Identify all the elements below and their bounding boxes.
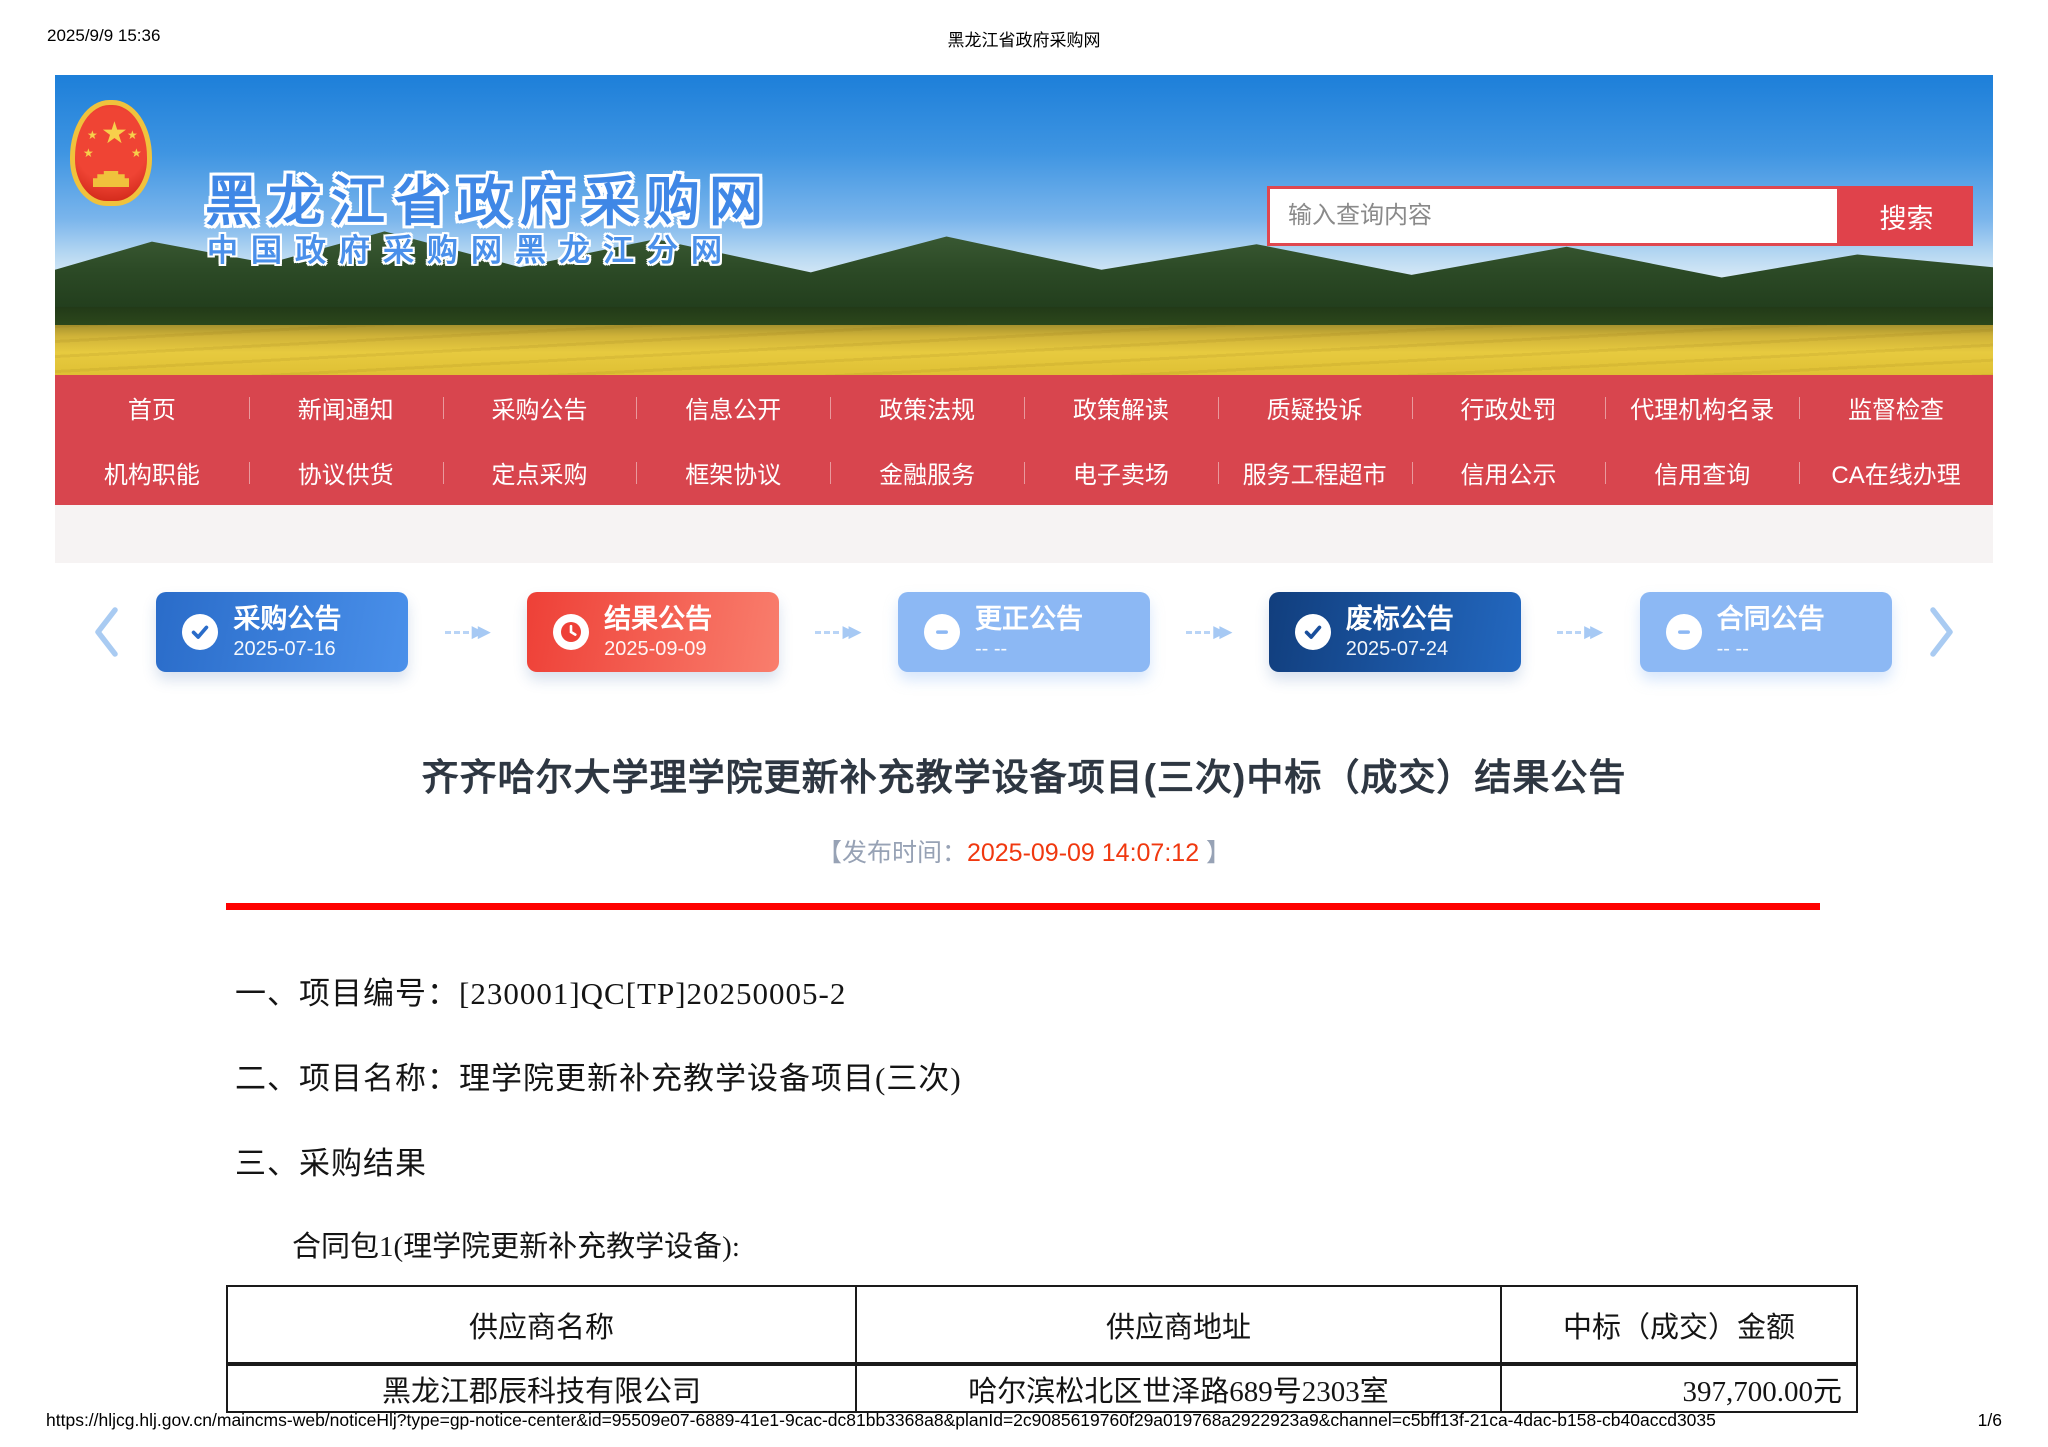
flow-arrow-icon: ▶▶ — [1186, 622, 1232, 642]
print-footer-url: https://hljcg.hlj.gov.cn/maincms-web/not… — [46, 1410, 1716, 1431]
nav-item-credit-query[interactable]: 信用查询 — [1605, 455, 1799, 490]
stage-label: 废标公告 — [1346, 603, 1454, 635]
chevron-left-icon[interactable] — [92, 606, 120, 658]
stage-label: 更正公告 — [975, 603, 1083, 635]
cell-supplier-name: 黑龙江郡辰科技有限公司 — [227, 1364, 856, 1412]
timeline-stage-procurement-notice[interactable]: 采购公告 2025-07-16 — [156, 592, 408, 672]
section-project-name: 二、项目名称：理学院更新补充教学设备项目(三次) — [235, 1057, 2048, 1100]
national-emblem-icon: ★ ★ ★ ★ ★ — [70, 100, 152, 212]
notice-timeline: 采购公告 2025-07-16 ▶▶ 结果公告 2025-09-09 ▶▶ 更正… — [92, 591, 1956, 673]
search-bar: 搜索 — [1267, 186, 1973, 246]
nav-item-home[interactable]: 首页 — [55, 390, 249, 425]
timeline-stage-correction-notice[interactable]: 更正公告 -- -- — [898, 592, 1150, 672]
section-project-number: 一、项目编号：[230001]QC[TP]20250005-2 — [235, 972, 2048, 1015]
flow-arrow-icon: ▶▶ — [1557, 622, 1603, 642]
timeline-stage-contract-notice[interactable]: 合同公告 -- -- — [1640, 592, 1892, 672]
header-supplier-name: 供应商名称 — [227, 1286, 856, 1364]
print-header: 2025/9/9 15:36 黑龙江省政府采购网 — [0, 0, 2048, 51]
nav-item-news[interactable]: 新闻通知 — [249, 390, 443, 425]
nav-item-agreement-supply[interactable]: 协议供货 — [249, 455, 443, 490]
page-title: 齐齐哈尔大学理学院更新补充教学设备项目(三次)中标（成交）结果公告 — [0, 747, 2048, 801]
nav-item-credit-publicity[interactable]: 信用公示 — [1412, 455, 1606, 490]
check-circle-icon — [182, 614, 218, 650]
table-header-row: 供应商名称 供应商地址 中标（成交）金额 — [227, 1286, 1857, 1364]
nav-item-agency-list[interactable]: 代理机构名录 — [1605, 390, 1799, 425]
stage-label: 结果公告 — [604, 603, 712, 635]
nav-item-admin-penalty[interactable]: 行政处罚 — [1412, 390, 1606, 425]
stage-date: 2025-07-16 — [233, 637, 341, 661]
result-table: 供应商名称 供应商地址 中标（成交）金额 黑龙江郡辰科技有限公司 哈尔滨松北区世… — [226, 1285, 1858, 1413]
timeline-stage-result-notice[interactable]: 结果公告 2025-09-09 — [527, 592, 779, 672]
nav-item-ca-online[interactable]: CA在线办理 — [1799, 455, 1993, 490]
print-page-title: 黑龙江省政府采购网 — [948, 26, 1101, 51]
publish-time-line: 【发布时间：2025-09-09 14:07:12 】 — [0, 833, 2048, 869]
banner-field — [55, 325, 1993, 375]
stage-date: -- -- — [1717, 637, 1825, 661]
section-procurement-result: 三、采购结果 — [235, 1142, 2048, 1185]
publish-prefix: 【发布时间： — [817, 839, 967, 867]
announcement-body: 一、项目编号：[230001]QC[TP]20250005-2 二、项目名称：理… — [0, 972, 2048, 1413]
nav-sub-strip — [55, 505, 1993, 563]
nav-item-procurement-notice[interactable]: 采购公告 — [443, 390, 637, 425]
search-input[interactable] — [1267, 186, 1840, 246]
nav-item-financial-services[interactable]: 金融服务 — [830, 455, 1024, 490]
flow-arrow-icon: ▶▶ — [815, 622, 861, 642]
publish-suffix: 】 — [1199, 839, 1231, 867]
minus-circle-icon — [1666, 614, 1702, 650]
print-datetime: 2025/9/9 15:36 — [47, 26, 948, 51]
minus-circle-icon — [924, 614, 960, 650]
clock-icon — [553, 614, 589, 650]
red-divider — [226, 903, 1820, 910]
nav-item-e-marketplace[interactable]: 电子卖场 — [1024, 455, 1218, 490]
site-subtitle: 中国政府采购网黑龙江分网 — [207, 225, 735, 270]
nav-item-supervision[interactable]: 监督检查 — [1799, 390, 1993, 425]
main-nav: 首页 新闻通知 采购公告 信息公开 政策法规 政策解读 质疑投诉 行政处罚 代理… — [55, 375, 1993, 505]
timeline-stage-cancellation-notice[interactable]: 废标公告 2025-07-24 — [1269, 592, 1521, 672]
cell-award-amount: 397,700.00元 — [1501, 1364, 1857, 1412]
nav-item-org-functions[interactable]: 机构职能 — [55, 455, 249, 490]
nav-row-2: 机构职能 协议供货 定点采购 框架协议 金融服务 电子卖场 服务工程超市 信用公… — [55, 440, 1993, 505]
nav-item-policy-law[interactable]: 政策法规 — [830, 390, 1024, 425]
header-supplier-address: 供应商地址 — [856, 1286, 1501, 1364]
nav-row-1: 首页 新闻通知 采购公告 信息公开 政策法规 政策解读 质疑投诉 行政处罚 代理… — [55, 375, 1993, 440]
contract-package-label: 合同包1(理学院更新补充教学设备): — [292, 1227, 2048, 1267]
site-banner: ★ ★ ★ ★ ★ 黑龙江省政府采购网 中国政府采购网黑龙江分网 搜索 — [55, 75, 1993, 375]
nav-item-info-disclosure[interactable]: 信息公开 — [636, 390, 830, 425]
chevron-right-icon[interactable] — [1928, 606, 1956, 658]
flow-arrow-icon: ▶▶ — [445, 622, 491, 642]
nav-item-policy-interpretation[interactable]: 政策解读 — [1024, 390, 1218, 425]
stage-label: 合同公告 — [1717, 603, 1825, 635]
print-footer: https://hljcg.hlj.gov.cn/maincms-web/not… — [0, 1410, 2048, 1431]
nav-item-service-supermarket[interactable]: 服务工程超市 — [1218, 455, 1412, 490]
nav-item-complaints[interactable]: 质疑投诉 — [1218, 390, 1412, 425]
cell-supplier-address: 哈尔滨松北区世泽路689号2303室 — [856, 1364, 1501, 1412]
stage-label: 采购公告 — [233, 603, 341, 635]
check-circle-icon — [1295, 614, 1331, 650]
print-page-number: 1/6 — [1978, 1410, 2002, 1431]
publish-time: 2025-09-09 14:07:12 — [967, 839, 1199, 867]
stage-date: 2025-07-24 — [1346, 637, 1454, 661]
stage-date: 2025-09-09 — [604, 637, 712, 661]
stage-date: -- -- — [975, 637, 1083, 661]
nav-item-fixed-point[interactable]: 定点采购 — [443, 455, 637, 490]
nav-item-framework-agreement[interactable]: 框架协议 — [636, 455, 830, 490]
table-row: 黑龙江郡辰科技有限公司 哈尔滨松北区世泽路689号2303室 397,700.0… — [227, 1364, 1857, 1412]
search-button[interactable]: 搜索 — [1840, 186, 1973, 246]
header-award-amount: 中标（成交）金额 — [1501, 1286, 1857, 1364]
